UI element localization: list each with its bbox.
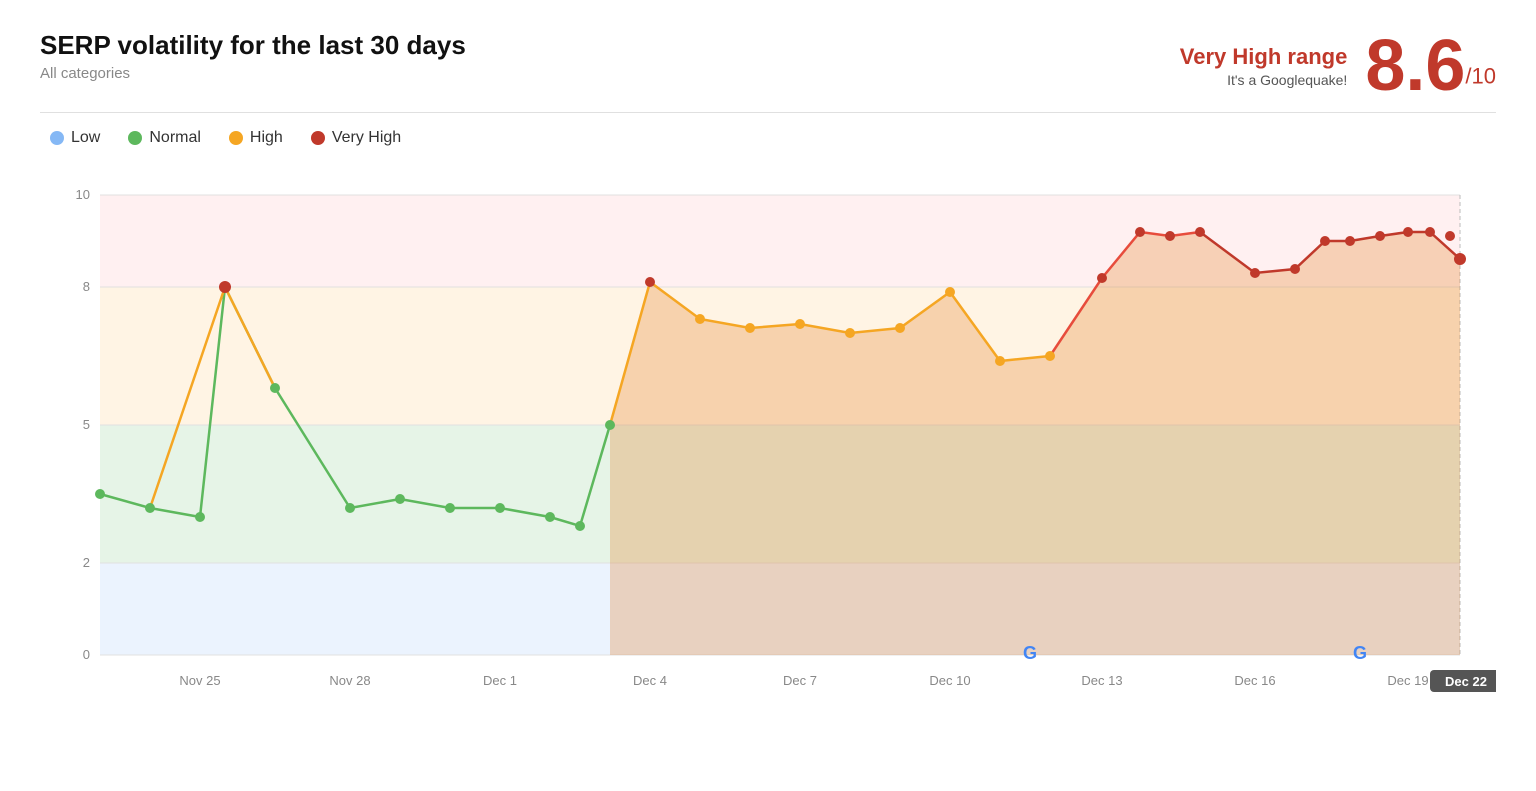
dot-dec19b xyxy=(1375,231,1385,241)
very-high-dot xyxy=(311,131,325,145)
dot-dec13 xyxy=(1097,273,1107,283)
y-label-10: 10 xyxy=(76,187,90,202)
score-label: Very High range It's a Googlequake! xyxy=(1180,44,1348,88)
main-title: SERP volatility for the last 30 days xyxy=(40,30,466,61)
page-container: SERP volatility for the last 30 days All… xyxy=(0,0,1536,791)
dot-peak-nov25 xyxy=(219,281,231,293)
dot-green-6 xyxy=(395,494,405,504)
chart-area: 10 8 5 2 0 Nov 25 Nov 28 Dec 1 Dec 4 Dec… xyxy=(40,165,1496,695)
dot-dec8 xyxy=(845,328,855,338)
dot-dec19a xyxy=(1345,236,1355,246)
normal-dot xyxy=(128,131,142,145)
x-label-dec4: Dec 4 xyxy=(633,673,667,688)
chart-svg: 10 8 5 2 0 Nov 25 Nov 28 Dec 1 Dec 4 Dec… xyxy=(40,165,1496,695)
dec22-badge-label: Dec 22 xyxy=(1445,674,1487,689)
legend-label-normal: Normal xyxy=(149,129,201,147)
y-label-5: 5 xyxy=(83,417,90,432)
legend-item-normal: Normal xyxy=(128,129,201,147)
x-label-dec7: Dec 7 xyxy=(783,673,817,688)
dot-dec6 xyxy=(745,323,755,333)
dot-dec18 xyxy=(1320,236,1330,246)
dot-dec15b xyxy=(1195,227,1205,237)
dot-green-2 xyxy=(145,503,155,513)
legend-label-low: Low xyxy=(71,129,100,147)
header: SERP volatility for the last 30 days All… xyxy=(40,30,1496,102)
high-dot xyxy=(229,131,243,145)
x-label-nov25: Nov 25 xyxy=(179,673,220,688)
dot-dec4 xyxy=(645,277,655,287)
dot-dec17 xyxy=(1290,264,1300,274)
score-section: Very High range It's a Googlequake! 8.6/… xyxy=(1180,30,1496,102)
dot-dec10 xyxy=(945,287,955,297)
x-label-nov28: Nov 28 xyxy=(329,673,370,688)
dot-green-4 xyxy=(270,383,280,393)
google-g-1: G xyxy=(1023,643,1037,663)
legend: Low Normal High Very High xyxy=(50,129,1496,147)
low-dot xyxy=(50,131,64,145)
dot-dec11 xyxy=(995,356,1005,366)
dot-dec5 xyxy=(695,314,705,324)
x-label-dec19: Dec 19 xyxy=(1387,673,1428,688)
dot-dec21 xyxy=(1445,231,1455,241)
dot-dec16 xyxy=(1250,268,1260,278)
title-section: SERP volatility for the last 30 days All… xyxy=(40,30,466,82)
dot-green-3 xyxy=(195,512,205,522)
score-desc: It's a Googlequake! xyxy=(1180,72,1348,88)
dot-dec14 xyxy=(1135,227,1145,237)
dot-green-8 xyxy=(495,503,505,513)
dot-dec7 xyxy=(795,319,805,329)
legend-item-high: High xyxy=(229,129,283,147)
google-g-2: G xyxy=(1353,643,1367,663)
legend-label-very-high: Very High xyxy=(332,129,401,147)
dot-dec19c xyxy=(1403,227,1413,237)
dot-dec12 xyxy=(1045,351,1055,361)
legend-item-low: Low xyxy=(50,129,100,147)
score-denom: /10 xyxy=(1465,64,1496,89)
divider xyxy=(40,112,1496,113)
y-label-0: 0 xyxy=(83,647,90,662)
score-display: 8.6/10 xyxy=(1365,30,1496,102)
dot-green-1 xyxy=(95,489,105,499)
dot-dec9 xyxy=(895,323,905,333)
x-label-dec10: Dec 10 xyxy=(929,673,970,688)
dot-green-11 xyxy=(605,420,615,430)
dot-dec22 xyxy=(1454,253,1466,265)
subtitle: All categories xyxy=(40,65,466,82)
legend-item-very-high: Very High xyxy=(311,129,401,147)
dot-green-7 xyxy=(445,503,455,513)
dot-green-5 xyxy=(345,503,355,513)
dot-green-10 xyxy=(575,521,585,531)
dot-dec20 xyxy=(1425,227,1435,237)
x-label-dec16: Dec 16 xyxy=(1234,673,1275,688)
x-label-dec1: Dec 1 xyxy=(483,673,517,688)
score-number: 8.6 xyxy=(1365,26,1465,106)
score-range: Very High range xyxy=(1180,44,1348,70)
dot-dec15 xyxy=(1165,231,1175,241)
y-label-2: 2 xyxy=(83,555,90,570)
dot-green-9 xyxy=(545,512,555,522)
legend-label-high: High xyxy=(250,129,283,147)
x-label-dec13: Dec 13 xyxy=(1081,673,1122,688)
y-label-8: 8 xyxy=(83,279,90,294)
